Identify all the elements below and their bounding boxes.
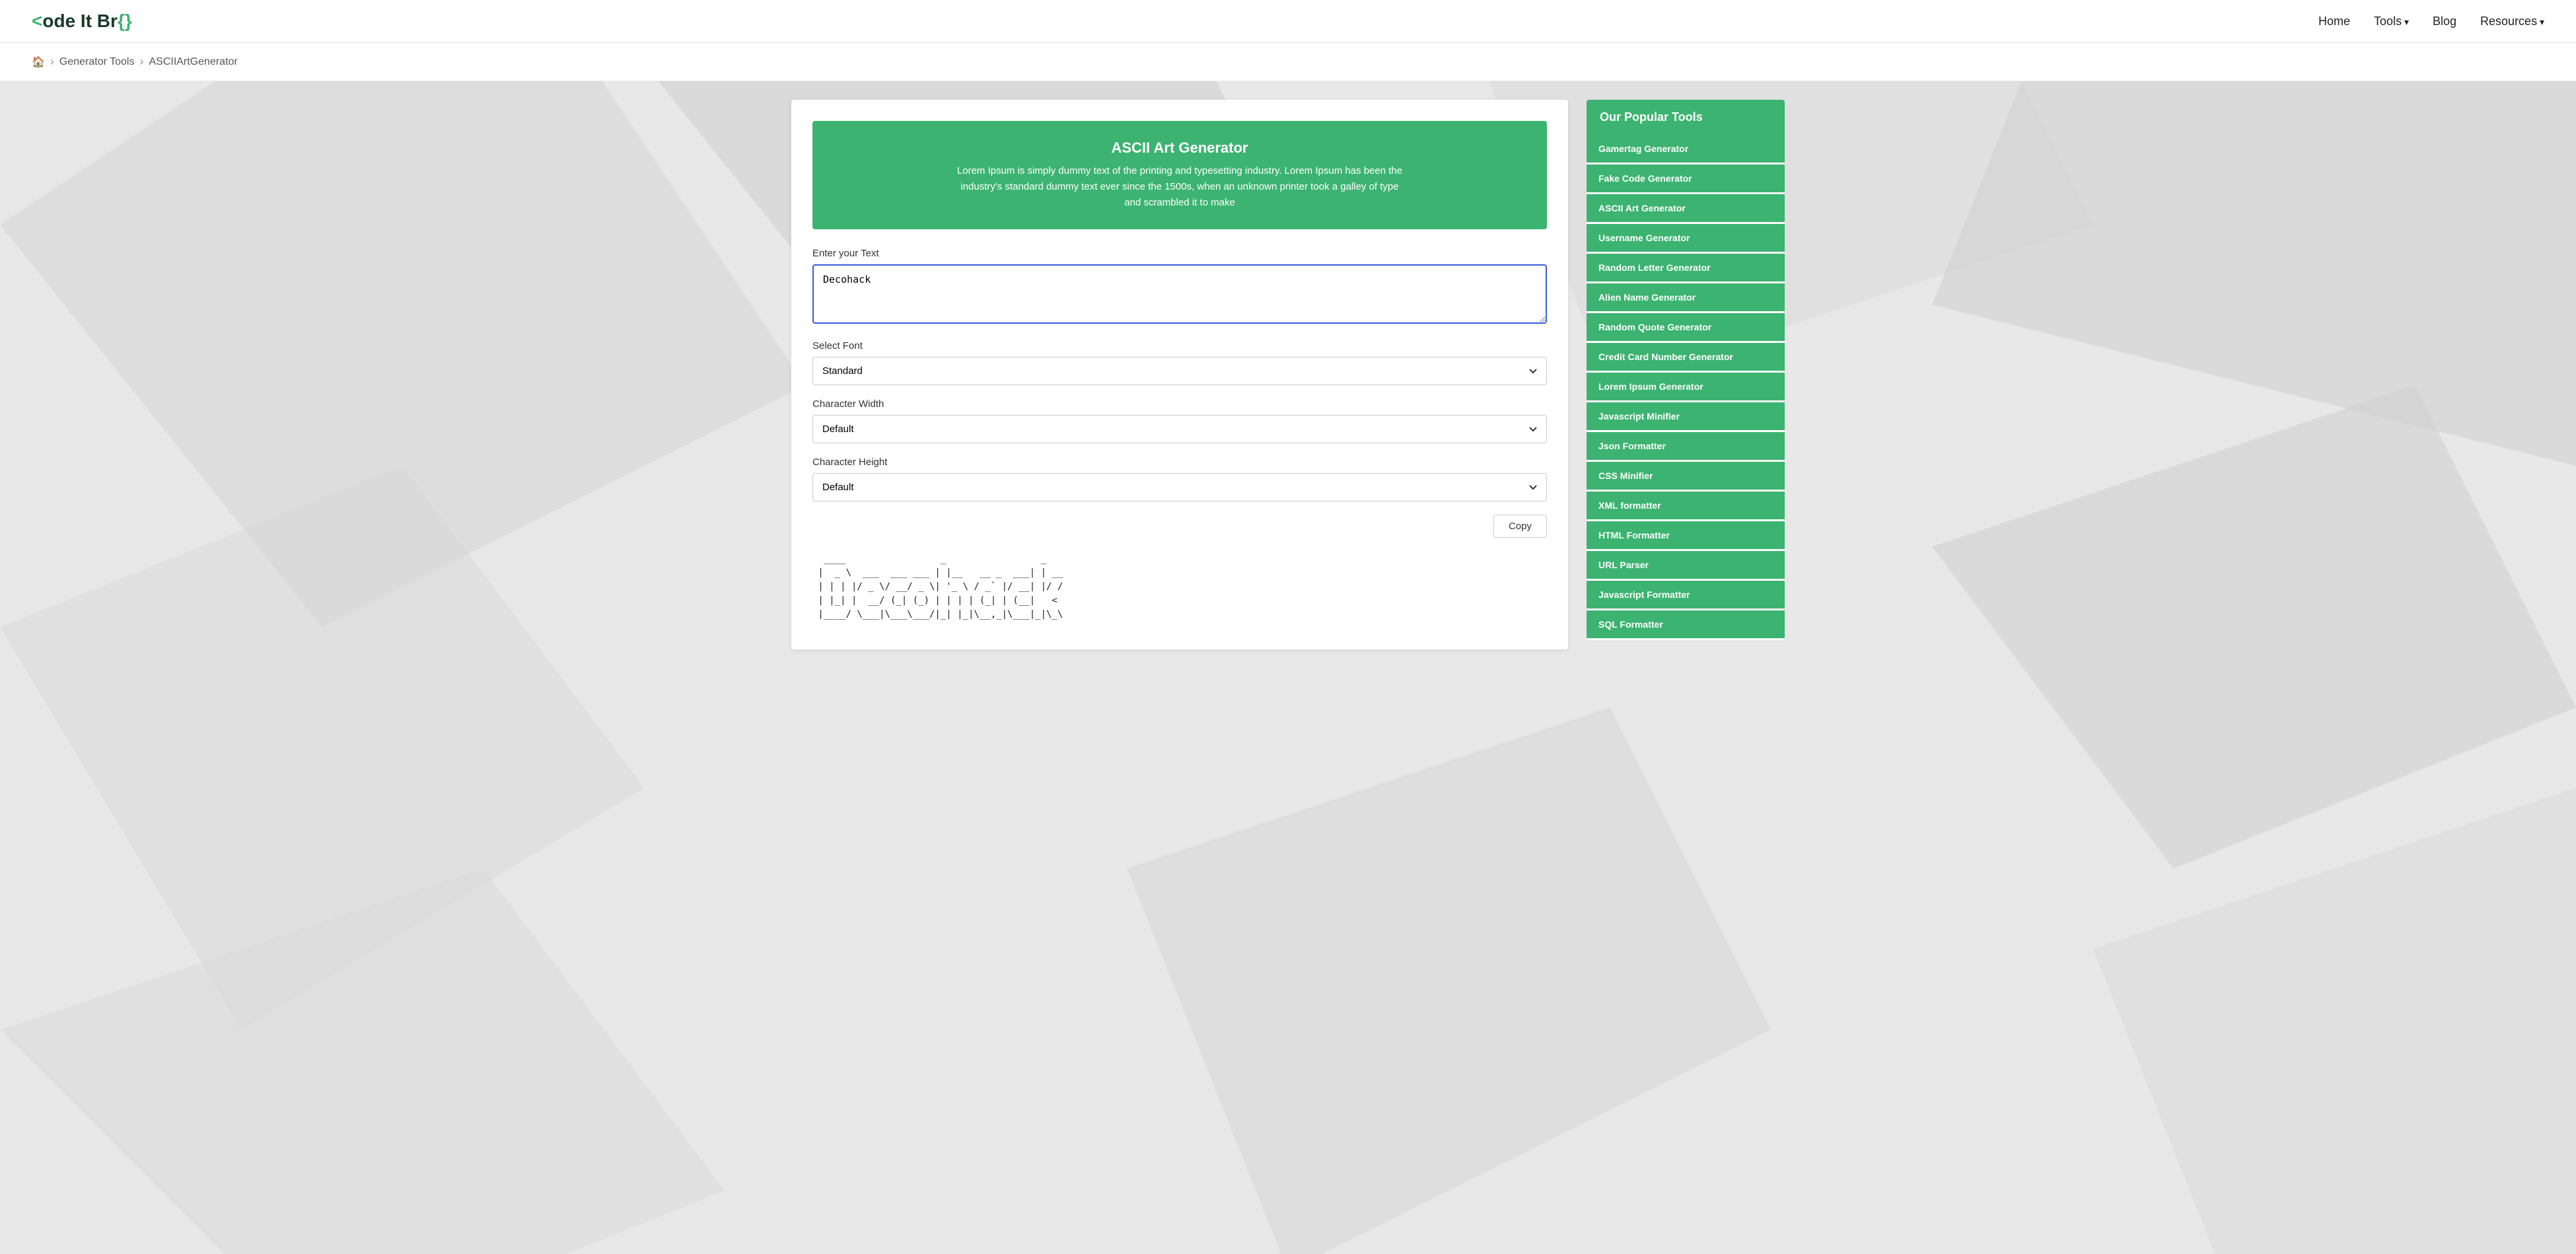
sidebar-link-5[interactable]: Alien Name Generator [1587,283,1785,311]
nav-resources[interactable]: Resources [2480,15,2544,28]
main-layout: ASCII Art Generator Lorem Ipsum is simpl… [760,81,1816,668]
font-select[interactable]: Standard Big Block Bubble Digital Ivrit … [812,357,1547,385]
char-width-select[interactable]: Default Fitted Full [812,415,1547,443]
breadcrumb-generator-tools[interactable]: Generator Tools [59,56,135,68]
sidebar: Our Popular Tools Gamertag GeneratorFake… [1587,100,1785,649]
char-width-group: Character Width Default Fitted Full [812,398,1547,443]
char-height-group: Character Height Default Smush Full [812,457,1547,501]
enter-text-group: Enter your Text [812,248,1547,327]
breadcrumb-sep-2: › [139,55,143,69]
sidebar-link-12[interactable]: XML formatter [1587,492,1785,519]
sidebar-link-4[interactable]: Random Letter Generator [1587,254,1785,281]
breadcrumb-sep-1: › [50,55,54,69]
sidebar-links: Gamertag GeneratorFake Code GeneratorASC… [1587,135,1785,640]
enter-text-label: Enter your Text [812,248,1547,259]
sidebar-link-14[interactable]: URL Parser [1587,551,1785,579]
char-height-label: Character Height [812,457,1547,468]
header: < ode It Br {} Home Tools Blog Resources [0,0,2576,43]
tool-description: Lorem Ipsum is simply dummy text of the … [955,163,1404,211]
main-nav: Home Tools Blog Resources [2318,15,2544,28]
sidebar-link-0[interactable]: Gamertag Generator [1587,135,1785,163]
sidebar-link-8[interactable]: Lorem Ipsum Generator [1587,373,1785,400]
char-height-select[interactable]: Default Smush Full [812,473,1547,501]
home-icon[interactable]: 🏠 [32,55,45,69]
breadcrumb: 🏠 › Generator Tools › ASCIIArtGenerator [0,43,2576,81]
tool-header-box: ASCII Art Generator Lorem Ipsum is simpl… [812,121,1547,229]
select-font-group: Select Font Standard Big Block Bubble Di… [812,340,1547,385]
nav-home[interactable]: Home [2318,15,2350,28]
sidebar-link-16[interactable]: SQL Formatter [1587,610,1785,638]
content-area: ASCII Art Generator Lorem Ipsum is simpl… [791,100,1568,649]
sidebar-link-15[interactable]: Javascript Formatter [1587,581,1785,609]
text-input[interactable] [812,264,1547,324]
ascii-output: ____ _ _ | _ \ ___ ___ ___ | |__ __ _ __… [812,546,1547,628]
sidebar-link-11[interactable]: CSS Minifier [1587,462,1785,490]
sidebar-link-2[interactable]: ASCII Art Generator [1587,194,1785,222]
tool-title: ASCII Art Generator [836,139,1523,157]
logo-bracket-right: {} [118,11,132,32]
sidebar-link-7[interactable]: Credit Card Number Generator [1587,343,1785,371]
sidebar-title: Our Popular Tools [1587,100,1785,135]
nav-blog[interactable]: Blog [2433,15,2456,28]
copy-button[interactable]: Copy [1493,515,1547,538]
sidebar-link-9[interactable]: Javascript Minifier [1587,402,1785,430]
sidebar-link-13[interactable]: HTML Formatter [1587,521,1785,549]
sidebar-link-10[interactable]: Json Formatter [1587,432,1785,460]
nav-tools[interactable]: Tools [2374,15,2409,28]
sidebar-link-3[interactable]: Username Generator [1587,224,1785,252]
select-font-label: Select Font [812,340,1547,351]
logo[interactable]: < ode It Br {} [32,11,132,32]
sidebar-link-6[interactable]: Random Quote Generator [1587,313,1785,341]
copy-btn-row: Copy [812,515,1547,538]
logo-bracket-left: < [32,11,42,32]
sidebar-link-1[interactable]: Fake Code Generator [1587,165,1785,192]
char-width-label: Character Width [812,398,1547,410]
logo-main-text: ode It Br [42,11,118,32]
breadcrumb-current: ASCIIArtGenerator [149,56,237,68]
